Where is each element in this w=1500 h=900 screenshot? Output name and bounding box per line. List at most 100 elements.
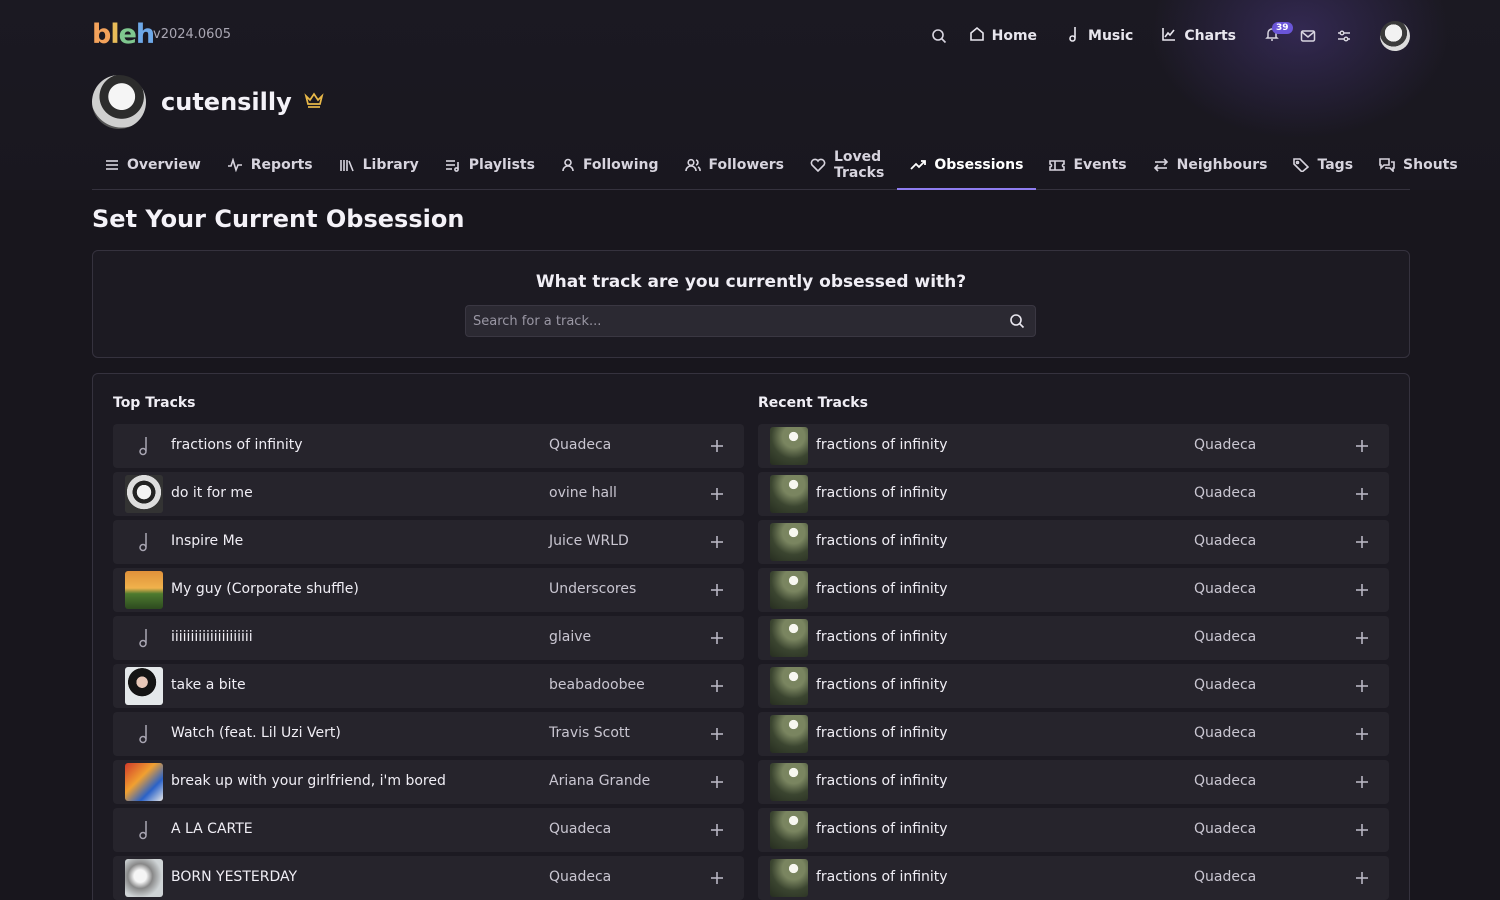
track-title[interactable]: fractions of infinity bbox=[816, 773, 948, 789]
plus-icon[interactable] bbox=[706, 483, 728, 505]
track-title[interactable]: Inspire Me bbox=[171, 533, 243, 549]
track-row[interactable]: fractions of infinity Quadeca bbox=[758, 472, 1389, 516]
tab-following[interactable]: Following bbox=[548, 146, 672, 184]
track-title[interactable]: BORN YESTERDAY bbox=[171, 869, 297, 885]
track-row[interactable]: fractions of infinity Quadeca bbox=[113, 424, 744, 468]
plus-icon[interactable] bbox=[1351, 723, 1373, 745]
plus-icon[interactable] bbox=[706, 819, 728, 841]
track-title[interactable]: fractions of infinity bbox=[816, 677, 948, 693]
track-row[interactable]: fractions of infinity Quadeca bbox=[758, 568, 1389, 612]
search-icon[interactable] bbox=[1009, 313, 1025, 333]
track-title[interactable]: My guy (Corporate shuffle) bbox=[171, 581, 359, 597]
plus-icon[interactable] bbox=[1351, 435, 1373, 457]
track-row[interactable]: BORN YESTERDAY Quadeca bbox=[113, 856, 744, 900]
settings-sliders-icon[interactable] bbox=[1334, 26, 1354, 46]
tab-playlists[interactable]: Playlists bbox=[432, 146, 548, 184]
track-row[interactable]: My guy (Corporate shuffle) Underscores bbox=[113, 568, 744, 612]
track-artist[interactable]: Quadeca bbox=[549, 821, 611, 837]
plus-icon[interactable] bbox=[1351, 819, 1373, 841]
app-logo[interactable]: bleh bbox=[92, 18, 155, 52]
plus-icon[interactable] bbox=[706, 531, 728, 553]
track-artist[interactable]: Quadeca bbox=[1194, 821, 1256, 837]
tab-events[interactable]: Events bbox=[1036, 146, 1139, 184]
track-artist[interactable]: Juice WRLD bbox=[549, 533, 629, 549]
nav-music-link[interactable]: Music bbox=[1067, 26, 1133, 46]
track-title[interactable]: fractions of infinity bbox=[816, 725, 948, 741]
track-row[interactable]: fractions of infinity Quadeca bbox=[758, 424, 1389, 468]
plus-icon[interactable] bbox=[1351, 627, 1373, 649]
track-row[interactable]: break up with your girlfriend, i'm bored… bbox=[113, 760, 744, 804]
track-artist[interactable]: Quadeca bbox=[1194, 629, 1256, 645]
plus-icon[interactable] bbox=[706, 771, 728, 793]
plus-icon[interactable] bbox=[1351, 483, 1373, 505]
track-title[interactable]: fractions of infinity bbox=[816, 629, 948, 645]
mail-icon[interactable] bbox=[1298, 26, 1318, 46]
plus-icon[interactable] bbox=[1351, 771, 1373, 793]
track-artist[interactable]: Quadeca bbox=[549, 869, 611, 885]
track-title[interactable]: Watch (feat. Lil Uzi Vert) bbox=[171, 725, 341, 741]
track-artist[interactable]: Quadeca bbox=[1194, 869, 1256, 885]
track-title[interactable]: iiiiiiiiiiiiiiiiiiiii bbox=[171, 629, 253, 645]
track-title[interactable]: A LA CARTE bbox=[171, 821, 253, 837]
tab-reports[interactable]: Reports bbox=[214, 146, 326, 184]
tab-obsessions[interactable]: Obsessions bbox=[897, 146, 1037, 190]
track-row[interactable]: iiiiiiiiiiiiiiiiiiiii glaive bbox=[113, 616, 744, 660]
plus-icon[interactable] bbox=[706, 579, 728, 601]
plus-icon[interactable] bbox=[1351, 867, 1373, 889]
track-artist[interactable]: Quadeca bbox=[1194, 677, 1256, 693]
track-row[interactable]: Inspire Me Juice WRLD bbox=[113, 520, 744, 564]
track-row[interactable]: fractions of infinity Quadeca bbox=[758, 520, 1389, 564]
track-title[interactable]: break up with your girlfriend, i'm bored bbox=[171, 773, 446, 789]
nav-home-link[interactable]: Home bbox=[969, 26, 1037, 46]
track-row[interactable]: fractions of infinity Quadeca bbox=[758, 664, 1389, 708]
track-title[interactable]: fractions of infinity bbox=[816, 485, 948, 501]
plus-icon[interactable] bbox=[706, 867, 728, 889]
tab-library[interactable]: Library bbox=[326, 146, 432, 184]
track-title[interactable]: take a bite bbox=[171, 677, 246, 693]
track-row[interactable]: fractions of infinity Quadeca bbox=[758, 712, 1389, 756]
track-artist[interactable]: Quadeca bbox=[549, 437, 611, 453]
track-artist[interactable]: Quadeca bbox=[1194, 725, 1256, 741]
track-artist[interactable]: ovine hall bbox=[549, 485, 617, 501]
track-artist[interactable]: Quadeca bbox=[1194, 773, 1256, 789]
track-artist[interactable]: beabadoobee bbox=[549, 677, 645, 693]
track-artist[interactable]: Ariana Grande bbox=[549, 773, 650, 789]
tab-tags[interactable]: Tags bbox=[1280, 146, 1366, 184]
tab-neighbours[interactable]: Neighbours bbox=[1140, 146, 1281, 184]
track-title[interactable]: do it for me bbox=[171, 485, 253, 501]
track-row[interactable]: take a bite beabadoobee bbox=[113, 664, 744, 708]
track-artist[interactable]: glaive bbox=[549, 629, 591, 645]
track-row[interactable]: fractions of infinity Quadeca bbox=[758, 808, 1389, 852]
track-title[interactable]: fractions of infinity bbox=[816, 533, 948, 549]
track-title[interactable]: fractions of infinity bbox=[171, 437, 303, 453]
plus-icon[interactable] bbox=[706, 675, 728, 697]
track-row[interactable]: Watch (feat. Lil Uzi Vert) Travis Scott bbox=[113, 712, 744, 756]
track-artist[interactable]: Quadeca bbox=[1194, 533, 1256, 549]
tab-loved-tracks[interactable]: Loved Tracks bbox=[797, 146, 897, 184]
search-icon[interactable] bbox=[929, 26, 949, 46]
plus-icon[interactable] bbox=[1351, 531, 1373, 553]
tab-overview[interactable]: Overview bbox=[92, 146, 214, 184]
track-artist[interactable]: Quadeca bbox=[1194, 485, 1256, 501]
plus-icon[interactable] bbox=[706, 723, 728, 745]
plus-icon[interactable] bbox=[706, 627, 728, 649]
track-title[interactable]: fractions of infinity bbox=[816, 869, 948, 885]
nav-charts-link[interactable]: Charts bbox=[1161, 26, 1236, 46]
plus-icon[interactable] bbox=[1351, 579, 1373, 601]
tab-followers[interactable]: Followers bbox=[672, 146, 798, 184]
user-avatar-menu[interactable] bbox=[1380, 21, 1410, 51]
track-artist[interactable]: Travis Scott bbox=[549, 725, 630, 741]
notifications-button[interactable]: 39 bbox=[1262, 22, 1293, 46]
track-title[interactable]: fractions of infinity bbox=[816, 821, 948, 837]
track-search-input[interactable] bbox=[466, 306, 996, 336]
track-row[interactable]: fractions of infinity Quadeca bbox=[758, 856, 1389, 900]
track-artist[interactable]: Quadeca bbox=[1194, 437, 1256, 453]
track-row[interactable]: A LA CARTE Quadeca bbox=[113, 808, 744, 852]
track-artist[interactable]: Quadeca bbox=[1194, 581, 1256, 597]
track-title[interactable]: fractions of infinity bbox=[816, 437, 948, 453]
plus-icon[interactable] bbox=[706, 435, 728, 457]
track-row[interactable]: fractions of infinity Quadeca bbox=[758, 616, 1389, 660]
track-title[interactable]: fractions of infinity bbox=[816, 581, 948, 597]
plus-icon[interactable] bbox=[1351, 675, 1373, 697]
track-artist[interactable]: Underscores bbox=[549, 581, 636, 597]
